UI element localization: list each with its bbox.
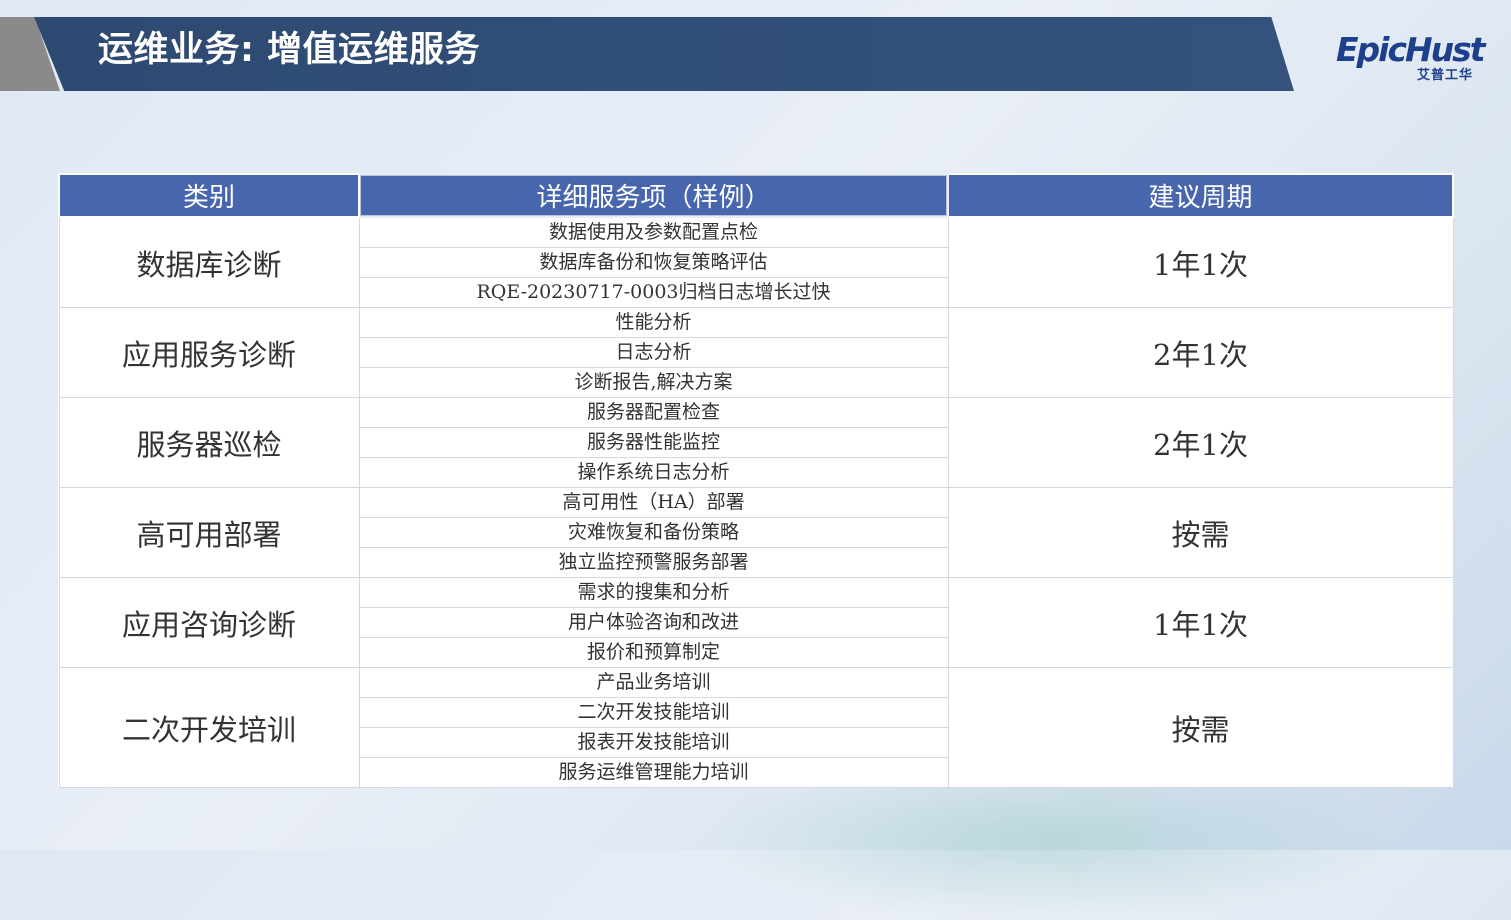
service-item-cell: 诊断报告,解决方案 bbox=[358, 367, 949, 398]
service-item-cell: 服务器配置检查 bbox=[358, 397, 949, 428]
service-item-cell: 数据使用及参数配置点检 bbox=[358, 216, 949, 248]
table-row: 应用服务诊断 性能分析 2年1次 bbox=[58, 307, 1454, 398]
service-item-cell: 报表开发技能培训 bbox=[358, 727, 949, 758]
category-cell: 二次开发培训 bbox=[58, 667, 360, 788]
category-cell: 服务器巡检 bbox=[58, 397, 360, 488]
service-item-cell: 灾难恢复和备份策略 bbox=[358, 517, 949, 548]
period-cell: 1年1次 bbox=[947, 216, 1454, 308]
service-item-cell: 报价和预算制定 bbox=[358, 637, 949, 668]
service-item-cell: 独立监控预警服务部署 bbox=[358, 547, 949, 578]
period-cell: 2年1次 bbox=[947, 397, 1454, 488]
service-item-cell: 日志分析 bbox=[358, 337, 949, 368]
period-cell: 按需 bbox=[947, 667, 1454, 788]
category-cell: 应用服务诊断 bbox=[58, 307, 360, 398]
service-table: 类别 详细服务项（样例） 建议周期 数据库诊断 数据使用及参数配置点检 1年1次… bbox=[58, 173, 1454, 788]
table-row: 高可用部署 高可用性（HA）部署 按需 bbox=[58, 487, 1454, 578]
category-cell: 高可用部署 bbox=[58, 487, 360, 578]
service-item-cell: 需求的搜集和分析 bbox=[358, 577, 949, 608]
service-item-cell: 二次开发技能培训 bbox=[358, 697, 949, 728]
service-item-cell: 产品业务培训 bbox=[358, 667, 949, 698]
column-header-detail: 详细服务项（样例） bbox=[358, 173, 949, 218]
service-item-cell: 操作系统日志分析 bbox=[358, 457, 949, 488]
table-row: 二次开发培训 产品业务培训 按需 bbox=[58, 667, 1454, 788]
service-item-cell: RQE-20230717-0003归档日志增长过快 bbox=[358, 277, 949, 308]
category-cell: 数据库诊断 bbox=[58, 216, 360, 308]
logo-chinese-name: 艾普工华 bbox=[1416, 68, 1473, 83]
service-item-cell: 高可用性（HA）部署 bbox=[358, 487, 949, 518]
epichust-logo: EpicHust 艾普工华 bbox=[1336, 30, 1486, 84]
page-title: 运维业务: 增值运维服务 bbox=[98, 30, 481, 70]
period-cell: 按需 bbox=[947, 487, 1454, 578]
service-item-cell: 服务运维管理能力培训 bbox=[358, 757, 949, 788]
period-cell: 1年1次 bbox=[947, 577, 1454, 668]
table-row: 数据库诊断 数据使用及参数配置点检 1年1次 bbox=[58, 216, 1454, 308]
service-item-cell: 用户体验咨询和改进 bbox=[358, 607, 949, 638]
table-row: 服务器巡检 服务器配置检查 2年1次 bbox=[58, 397, 1454, 488]
service-item-cell: 服务器性能监控 bbox=[358, 427, 949, 458]
category-cell: 应用咨询诊断 bbox=[58, 577, 360, 668]
service-item-cell: 数据库备份和恢复策略评估 bbox=[358, 247, 949, 278]
table-row: 应用咨询诊断 需求的搜集和分析 1年1次 bbox=[58, 577, 1454, 668]
table-header-row: 类别 详细服务项（样例） 建议周期 bbox=[58, 173, 1454, 218]
service-item-cell: 性能分析 bbox=[358, 307, 949, 338]
column-header-period: 建议周期 bbox=[947, 173, 1454, 218]
column-header-category: 类别 bbox=[58, 173, 360, 218]
period-cell: 2年1次 bbox=[947, 307, 1454, 398]
